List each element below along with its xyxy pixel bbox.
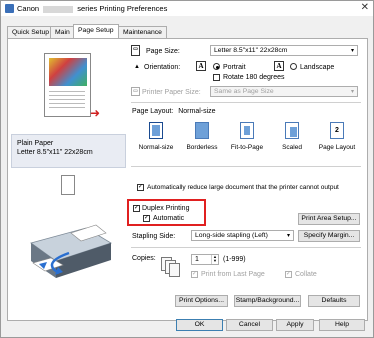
stapling-side-value: Long-side stapling (Left) — [195, 232, 268, 239]
duplex-printing-checkbox[interactable]: ✓ — [133, 205, 140, 212]
tab-page-setup[interactable]: Page Setup — [73, 24, 119, 38]
layout-normal-size[interactable]: Normal-size — [134, 121, 178, 157]
page-size-value: Letter 8.5"x11" 22x28cm — [214, 47, 288, 54]
portrait-label: Portrait — [223, 64, 246, 71]
landscape-icon: A — [274, 61, 284, 71]
preview-text-line — [49, 91, 85, 92]
printing-preferences-window: Canon series Printing Preferences ✕ Quic… — [0, 0, 374, 338]
print-area-setup-button[interactable]: Print Area Setup... — [298, 213, 360, 225]
layout-fit-to-page-label: Fit-to-Page — [230, 144, 264, 151]
small-paper-icon — [61, 175, 75, 195]
collate-label: Collate — [295, 271, 317, 278]
copies-range-label: (1-999) — [223, 256, 246, 263]
title-brand: Canon — [17, 4, 40, 13]
copies-label: Copies: — [132, 255, 156, 262]
paper-info-box: Plain Paper Letter 8.5"x11" 22x28cm — [11, 134, 126, 168]
duplex-printing-label: Duplex Printing — [142, 205, 190, 212]
page-layout-options: Normal-size Borderless Fit-to-Page Scale… — [132, 121, 364, 157]
title-text: series Printing Preferences — [77, 4, 168, 13]
printer-paper-icon: ▭ — [131, 87, 140, 96]
orientation-label: Orientation: — [144, 64, 181, 71]
output-preview — [11, 168, 126, 203]
duplex-automatic-checkbox[interactable]: ✓ — [143, 215, 150, 222]
cancel-button[interactable]: Cancel — [226, 319, 273, 331]
separator — [131, 247, 361, 248]
copies-value: 1 — [195, 256, 199, 263]
scaled-icon — [285, 122, 299, 139]
copies-spinner[interactable]: 1 ▲ ▼ — [191, 254, 219, 265]
chevron-down-icon: ▾ — [286, 233, 290, 239]
stapling-side-dropdown[interactable]: Long-side stapling (Left) ▾ — [191, 230, 294, 241]
page-size-icon: ▭ — [131, 45, 140, 56]
tab-main[interactable]: Main — [50, 26, 75, 38]
orientation-bullet-icon: ▲ — [134, 64, 140, 70]
portrait-radio[interactable] — [213, 63, 220, 70]
duplex-automatic-label: Automatic — [153, 215, 185, 222]
tab-quick-setup[interactable]: Quick Setup — [7, 26, 55, 38]
printer-app-icon — [5, 4, 14, 13]
preview-paper — [44, 53, 91, 117]
chevron-down-icon: ▾ — [350, 89, 354, 95]
printer-illustration — [11, 203, 126, 293]
fit-to-page-icon — [240, 122, 254, 139]
preview-image — [49, 58, 87, 86]
copies-pages-icon — [161, 257, 183, 279]
layout-normal-size-label: Normal-size — [138, 144, 174, 151]
help-button[interactable]: Help — [319, 319, 365, 331]
printer-icon — [30, 224, 112, 278]
portrait-icon: A — [196, 61, 206, 71]
print-from-last-page-checkbox[interactable]: ✓ — [191, 271, 198, 278]
print-preview: ➜ — [11, 44, 126, 134]
preview-text-line — [49, 99, 85, 100]
page-size-label: Page Size: — [146, 48, 180, 55]
separator — [131, 102, 361, 103]
stamp-background-button[interactable]: Stamp/Background... — [234, 295, 301, 307]
layout-page-layout[interactable]: 2 Page Layout — [315, 121, 359, 157]
apply-button[interactable]: Apply — [276, 319, 314, 331]
preview-text-line — [49, 103, 85, 104]
printer-paper-size-label: Printer Paper Size: — [142, 89, 201, 96]
auto-reduce-label: Automatically reduce large document that… — [147, 184, 339, 191]
page-layout-icon: 2 — [330, 122, 344, 139]
page-layout-current-value: Normal-size — [178, 108, 216, 115]
normal-size-icon — [149, 122, 163, 139]
spinner-arrows-icon[interactable]: ▲ ▼ — [211, 255, 218, 264]
layout-scaled[interactable]: Scaled — [270, 121, 314, 157]
layout-borderless-label: Borderless — [186, 144, 218, 151]
print-from-last-page-label: Print from Last Page — [201, 271, 265, 278]
paper-size-text: Letter 8.5"x11" 22x28cm — [17, 149, 93, 156]
close-icon[interactable]: ✕ — [361, 2, 369, 13]
layout-scaled-label: Scaled — [282, 144, 302, 151]
window-title: Canon series Printing Preferences — [17, 4, 167, 13]
collate-checkbox[interactable]: ✓ — [285, 271, 292, 278]
rotate-180-label: Rotate 180 degrees — [223, 74, 285, 81]
title-bar: Canon series Printing Preferences ✕ — [1, 1, 373, 16]
chevron-down-icon: ▾ — [350, 48, 354, 54]
borderless-icon — [195, 122, 209, 139]
printer-paper-size-dropdown[interactable]: Same as Page Size ▾ — [210, 86, 358, 97]
layout-fit-to-page[interactable]: Fit-to-Page — [225, 121, 269, 157]
print-options-button[interactable]: Print Options... — [175, 295, 228, 307]
specify-margin-button[interactable]: Specify Margin... — [298, 230, 360, 242]
printer-paper-size-value: Same as Page Size — [214, 88, 274, 95]
paper-type-text: Plain Paper — [17, 140, 54, 147]
preview-text-line — [49, 107, 85, 108]
landscape-radio[interactable] — [290, 63, 297, 70]
stapling-side-label: Stapling Side: — [132, 233, 176, 240]
separator — [131, 166, 361, 167]
ok-button[interactable]: OK — [176, 319, 223, 331]
auto-reduce-checkbox[interactable]: ✓ — [137, 184, 144, 191]
defaults-button[interactable]: Defaults — [308, 295, 360, 307]
layout-page-layout-label: Page Layout — [318, 144, 356, 151]
page-size-dropdown[interactable]: Letter 8.5"x11" 22x28cm ▾ — [210, 45, 358, 56]
layout-borderless[interactable]: Borderless — [180, 121, 224, 157]
tab-maintenance[interactable]: Maintenance — [118, 26, 167, 38]
preview-text-line — [49, 95, 85, 96]
page-layout-label-text: Page Layout: — [132, 108, 174, 115]
page-layout-label: Page Layout: Normal-size — [132, 107, 216, 116]
rotate-180-checkbox[interactable] — [213, 74, 220, 81]
title-model-placeholder — [43, 5, 74, 13]
landscape-label: Landscape — [300, 64, 335, 71]
feed-arrow-icon: ➜ — [90, 106, 101, 120]
